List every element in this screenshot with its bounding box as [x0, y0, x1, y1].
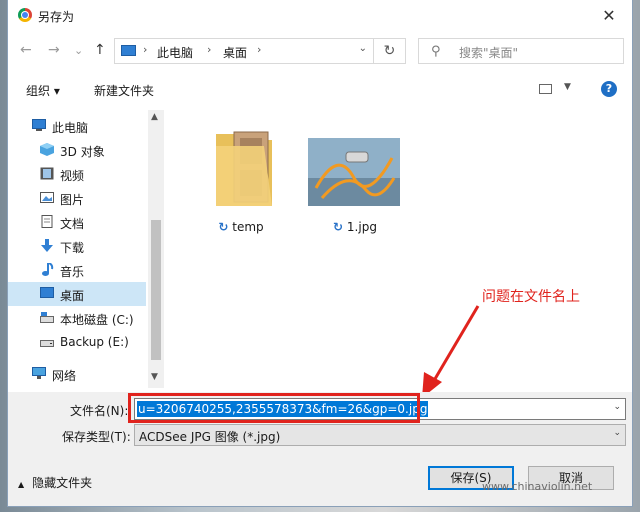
file-name: ↻ temp	[218, 220, 264, 234]
address-dropdown-icon[interactable]: ⌄	[359, 43, 367, 54]
breadcrumb-desktop[interactable]: 桌面	[223, 44, 247, 61]
hide-folders-button[interactable]: ▲ 隐藏文件夹	[18, 474, 92, 491]
sidebar-item-label: 本地磁盘 (C:)	[60, 313, 134, 327]
annotation-arrow	[422, 305, 480, 398]
sidebar-item-desktop[interactable]: 桌面	[8, 282, 146, 306]
new-folder-button[interactable]: 新建文件夹	[94, 82, 154, 99]
picture-icon	[40, 192, 54, 203]
sidebar-item-drive-e[interactable]: Backup (E:)	[8, 330, 146, 354]
sidebar-item-downloads[interactable]: 下载	[8, 234, 146, 258]
command-toolbar: 组织 ▾ 新建文件夹 ▼ ?	[8, 72, 632, 106]
chrome-icon	[18, 8, 32, 22]
sidebar-item-label: 视频	[60, 169, 85, 183]
download-icon	[41, 239, 53, 252]
pc-icon	[32, 119, 46, 131]
file-name: ↻ 1.jpg	[333, 220, 377, 234]
sidebar-item-label: 图片	[60, 193, 85, 207]
scroll-up-icon[interactable]: ▲	[151, 112, 158, 122]
search-box[interactable]: ⚲ 搜索"桌面"	[418, 38, 624, 64]
filetype-dropdown-icon[interactable]: ⌄	[613, 428, 621, 438]
annotation-highlight-box	[128, 393, 420, 423]
view-icon[interactable]	[539, 84, 552, 94]
sync-icon: ↻	[333, 220, 344, 234]
file-list: ↻ temp ↻ 1.jpg	[168, 110, 632, 388]
scrollbar-thumb[interactable]	[151, 220, 161, 360]
sidebar-item-this-pc[interactable]: 此电脑	[8, 114, 146, 138]
filetype-value: ACDSee JPG 图像 (*.jpg)	[139, 430, 281, 444]
search-placeholder: 搜索"桌面"	[459, 46, 519, 60]
sidebar-item-network[interactable]: 网络	[8, 362, 146, 386]
recent-locations-button[interactable]: ⌄	[74, 44, 83, 57]
save-as-dialog: 另存为 ✕ ← → ⌄ ↑ › 此电脑 › 桌面 › ⌄ ↻ ⚲ 搜索"桌面" …	[8, 0, 632, 506]
cube-icon	[40, 143, 54, 156]
document-icon	[41, 215, 53, 228]
sidebar-item-3d-objects[interactable]: 3D 对象	[8, 138, 146, 162]
view-dropdown-icon[interactable]: ▼	[564, 82, 571, 92]
crumb-separator: ›	[143, 43, 148, 56]
close-button[interactable]: ✕	[586, 0, 632, 32]
up-button[interactable]: ↑	[94, 42, 106, 58]
drive-e-icon	[40, 340, 54, 347]
sidebar-item-music[interactable]: 音乐	[8, 258, 146, 282]
music-icon	[42, 263, 54, 276]
crumb-separator: ›	[207, 43, 212, 56]
file-item-image[interactable]: ↻ 1.jpg	[300, 120, 410, 240]
annotation-text: 问题在文件名上	[482, 289, 580, 305]
sidebar-item-label: 桌面	[60, 289, 85, 303]
sidebar-item-pictures[interactable]: 图片	[8, 186, 146, 210]
sidebar-item-videos[interactable]: 视频	[8, 162, 146, 186]
collapse-icon: ▲	[18, 480, 25, 489]
refresh-button[interactable]: ↻	[374, 38, 406, 64]
breadcrumb-this-pc[interactable]: 此电脑	[157, 44, 193, 61]
drive-c-icon	[40, 312, 54, 323]
folder-icon	[216, 131, 272, 206]
sidebar-item-label: 文档	[60, 217, 85, 231]
crumb-separator: ›	[257, 43, 262, 56]
pc-icon	[121, 45, 136, 56]
filename-label: 文件名(N):	[70, 404, 129, 418]
organize-button[interactable]: 组织 ▾	[26, 82, 60, 99]
image-thumbnail	[308, 138, 400, 206]
sidebar-item-drive-c[interactable]: 本地磁盘 (C:)	[8, 306, 146, 330]
sync-icon: ↻	[218, 220, 229, 234]
network-icon	[32, 367, 46, 379]
file-item-temp[interactable]: ↻ temp	[186, 120, 296, 240]
title-bar: 另存为 ✕	[8, 0, 632, 32]
sidebar-scrollbar[interactable]: ▲ ▼	[148, 110, 164, 388]
sidebar-item-documents[interactable]: 文档	[8, 210, 146, 234]
filetype-label: 保存类型(T):	[62, 430, 131, 444]
help-icon[interactable]: ?	[601, 81, 617, 97]
desktop-icon	[40, 287, 54, 298]
back-button[interactable]: ←	[20, 42, 32, 58]
scroll-down-icon[interactable]: ▼	[151, 372, 158, 382]
forward-button[interactable]: →	[48, 42, 60, 58]
filename-dropdown-icon[interactable]: ⌄	[613, 402, 621, 412]
sidebar-item-label: Backup (E:)	[60, 335, 129, 349]
sidebar-item-label: 音乐	[60, 265, 85, 279]
address-bar[interactable]: › 此电脑 › 桌面 › ⌄	[114, 38, 374, 64]
navigation-bar: ← → ⌄ ↑ › 此电脑 › 桌面 › ⌄ ↻ ⚲ 搜索"桌面"	[8, 32, 632, 70]
window-title: 另存为	[38, 10, 75, 24]
sidebar-item-label: 网络	[52, 369, 77, 383]
filetype-select[interactable]: ACDSee JPG 图像 (*.jpg) ⌄	[134, 424, 626, 446]
search-icon: ⚲	[431, 44, 441, 59]
sidebar-item-label: 3D 对象	[60, 145, 105, 159]
video-icon	[40, 167, 54, 180]
sidebar-item-label: 下载	[60, 241, 85, 255]
sidebar-item-label: 此电脑	[52, 121, 89, 135]
navigation-pane: 此电脑 3D 对象 视频 图片 文档 下载 音乐 桌面 本地磁盘 (C:) Ba…	[8, 110, 164, 388]
watermark: www.chinaviolin.net	[482, 480, 593, 493]
